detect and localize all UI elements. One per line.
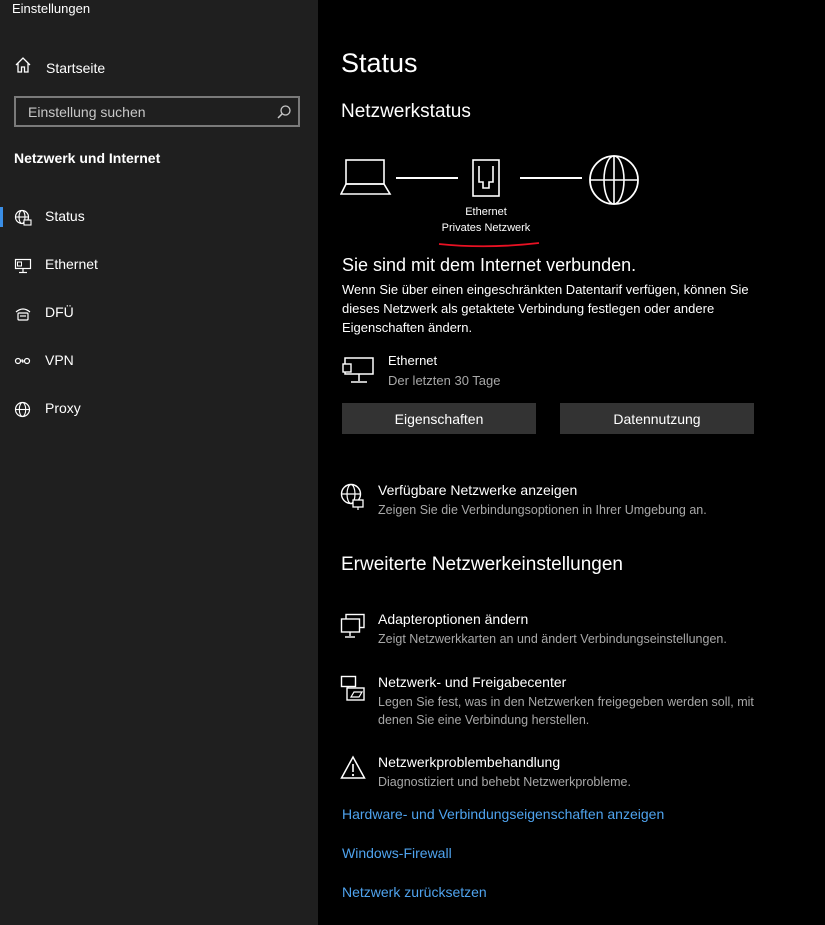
ethernet-icon	[14, 257, 32, 274]
sidebar-item-dfu[interactable]: DFÜ	[0, 293, 318, 333]
adapter-options-link[interactable]: Adapteroptionen ändern Zeigt Netzwerkkar…	[340, 610, 810, 650]
sharing-center-icon	[340, 675, 366, 708]
sidebar-item-proxy[interactable]: Proxy	[0, 389, 318, 429]
search-icon[interactable]	[276, 104, 292, 125]
connection-period: Der letzten 30 Tage	[388, 373, 501, 388]
sidebar-item-label: VPN	[45, 352, 74, 368]
sharing-center-title: Netzwerk- und Freigabecenter	[378, 674, 567, 690]
sidebar-item-vpn[interactable]: VPN	[0, 341, 318, 381]
sidebar-item-label: DFÜ	[45, 304, 74, 320]
troubleshooter-title: Netzwerkproblembehandlung	[378, 754, 561, 770]
available-networks-title: Verfügbare Netzwerke anzeigen	[378, 482, 578, 498]
available-networks-link[interactable]: Verfügbare Netzwerke anzeigen Zeigen Sie…	[340, 480, 810, 520]
ethernet-port-icon	[471, 158, 501, 203]
home-button[interactable]: Startseite	[14, 56, 105, 79]
globe-icon	[14, 401, 32, 418]
adapter-icon	[340, 613, 366, 646]
sidebar-item-status[interactable]: Status	[0, 197, 318, 237]
data-usage-button[interactable]: Datennutzung	[560, 403, 754, 434]
window-title: Einstellungen	[12, 1, 91, 16]
properties-button[interactable]: Eigenschaften	[342, 403, 536, 434]
section-title: Netzwerk und Internet	[14, 150, 161, 166]
connection-line	[520, 177, 582, 179]
vpn-icon	[14, 353, 32, 369]
sidebar-item-label: Status	[45, 208, 85, 224]
troubleshooter-subtitle: Diagnostiziert und behebt Netzwerkproble…	[378, 775, 631, 789]
internet-globe-icon	[588, 154, 640, 211]
page-title: Status	[341, 48, 418, 78]
globe-network-icon	[14, 209, 32, 226]
main-content: Status Netzwerkstatus Ethernet Privates …	[318, 0, 825, 925]
available-networks-subtitle: Zeigen Sie die Verbindungsoptionen in Ih…	[378, 503, 707, 517]
advanced-heading: Erweiterte Netzwerkeinstellungen	[341, 554, 623, 575]
windows-firewall-link[interactable]: Windows-Firewall	[342, 845, 452, 861]
adapter-options-title: Adapteroptionen ändern	[378, 611, 529, 627]
laptop-icon	[339, 156, 392, 203]
sidebar-item-label: Proxy	[45, 400, 81, 416]
network-status-heading: Netzwerkstatus	[341, 101, 471, 122]
ethernet-connection-icon	[342, 356, 376, 391]
warning-icon	[340, 755, 366, 786]
adapter-options-subtitle: Zeigt Netzwerkkarten an und ändert Verbi…	[378, 632, 727, 646]
search-box[interactable]	[14, 96, 300, 127]
connected-description: Wenn Sie über einen eingeschränkten Date…	[342, 282, 749, 335]
red-underline	[437, 236, 541, 254]
adapter-label: Ethernet	[465, 206, 507, 218]
sidebar-item-ethernet[interactable]: Ethernet	[0, 245, 318, 285]
sharing-center-subtitle: Legen Sie fest, was in den Netzwerken fr…	[378, 695, 754, 727]
connected-heading: Sie sind mit dem Internet verbunden.	[342, 255, 637, 275]
available-networks-icon	[340, 483, 366, 516]
home-icon	[14, 56, 32, 79]
dialup-icon	[14, 305, 32, 321]
network-diagram: Ethernet Privates Netzwerk	[339, 150, 670, 248]
sidebar-item-label: Ethernet	[45, 256, 98, 272]
search-input[interactable]	[26, 103, 270, 121]
network-type-label: Privates Netzwerk	[441, 222, 531, 234]
active-indicator	[0, 207, 3, 227]
home-label: Startseite	[46, 59, 106, 76]
sharing-center-link[interactable]: Netzwerk- und Freigabecenter Legen Sie f…	[340, 673, 810, 731]
troubleshooter-link[interactable]: Netzwerkproblembehandlung Diagnostiziert…	[340, 753, 810, 793]
hardware-properties-link[interactable]: Hardware- und Verbindungseigenschaften a…	[342, 806, 664, 822]
connection-name: Ethernet	[388, 353, 438, 368]
network-reset-link[interactable]: Netzwerk zurücksetzen	[342, 884, 487, 900]
sidebar: Einstellungen Startseite Netzwerk und In…	[0, 0, 318, 925]
connection-line	[396, 177, 458, 179]
